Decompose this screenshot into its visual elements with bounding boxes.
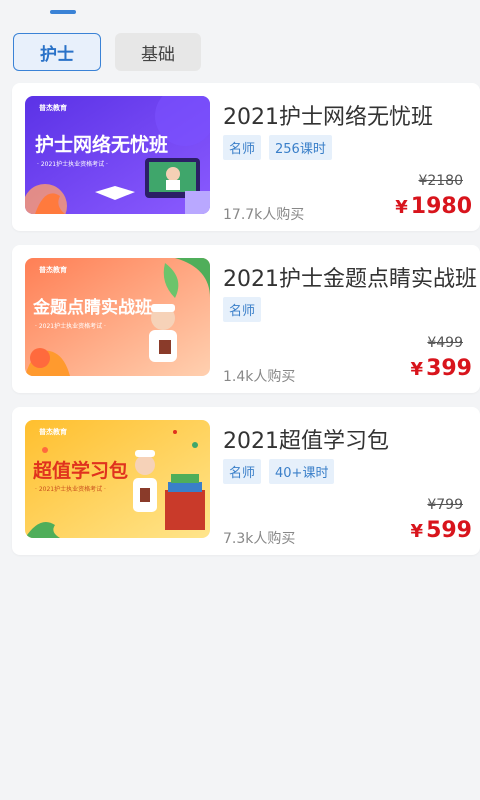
course-thumbnail: 普杰教育 超值学习包 · 2021护士执业资格考试 · [25, 420, 210, 538]
course-title: 2021护士网络无忧班 [223, 105, 433, 130]
original-price: ¥499 [427, 335, 463, 351]
thumb-sub: · 2021护士执业资格考试 · [35, 485, 106, 493]
original-price: ¥799 [427, 497, 463, 513]
course-title: 2021超值学习包 [223, 429, 389, 454]
buyer-count: 1.4k人购买 [223, 369, 296, 385]
course-list: 普杰教育 护士网络无忧班 · 2021护士执业资格考试 · 2021护士网络无忧… [12, 83, 480, 569]
course-title: 2021护士金题点睛实战班 [223, 267, 477, 292]
course-card[interactable]: 普杰教育 护士网络无忧班 · 2021护士执业资格考试 · 2021护士网络无忧… [12, 83, 480, 231]
tag: 256课时 [269, 135, 332, 160]
current-price: ¥599 [411, 518, 472, 543]
thumb-brand: 普杰教育 [39, 265, 67, 274]
course-tags: 名师 [223, 297, 262, 322]
thumb-brand: 普杰教育 [39, 103, 67, 112]
tag: 名师 [223, 459, 262, 484]
tab-nurse[interactable]: 护士 [13, 33, 101, 71]
current-price: ¥399 [411, 356, 472, 381]
tab-basic[interactable]: 基础 [115, 33, 201, 71]
course-tags: 名师 40+课时 [223, 459, 335, 484]
course-thumbnail: 普杰教育 护士网络无忧班 · 2021护士执业资格考试 · [25, 96, 210, 214]
thumb-brand: 普杰教育 [39, 427, 67, 436]
tag: 40+课时 [269, 459, 335, 484]
buyer-count: 17.7k人购买 [223, 207, 305, 223]
currency-symbol: ¥ [410, 521, 424, 542]
price-value: 599 [426, 518, 472, 543]
thumb-headline: 护士网络无忧班 [35, 133, 168, 156]
course-thumbnail: 普杰教育 金题点睛实战班 · 2021护士执业资格考试 · [25, 258, 210, 376]
currency-symbol: ¥ [395, 197, 408, 218]
buyer-count: 7.3k人购买 [223, 531, 296, 547]
currency-symbol: ¥ [410, 359, 424, 380]
thumb-headline: 金题点睛实战班 [32, 297, 152, 318]
course-card[interactable]: 普杰教育 金题点睛实战班 · 2021护士执业资格考试 · 2021护士金题点睛… [12, 245, 480, 393]
thumb-sub: · 2021护士执业资格考试 · [37, 160, 108, 168]
category-tabs: 护士 基础 [13, 33, 201, 71]
price-value: 399 [426, 356, 472, 381]
tab-indicator [50, 10, 76, 14]
course-tags: 名师 256课时 [223, 135, 332, 160]
tag: 名师 [223, 297, 262, 322]
thumb-sub: · 2021护士执业资格考试 · [35, 322, 106, 330]
course-card[interactable]: 普杰教育 超值学习包 · 2021护士执业资格考试 · 2021超值学习包 名师… [12, 407, 480, 555]
current-price: ¥1980 [395, 194, 472, 219]
price-value: 1980 [410, 194, 472, 219]
tag: 名师 [223, 135, 262, 160]
thumb-headline: 超值学习包 [32, 459, 128, 482]
original-price: ¥2180 [418, 173, 463, 189]
